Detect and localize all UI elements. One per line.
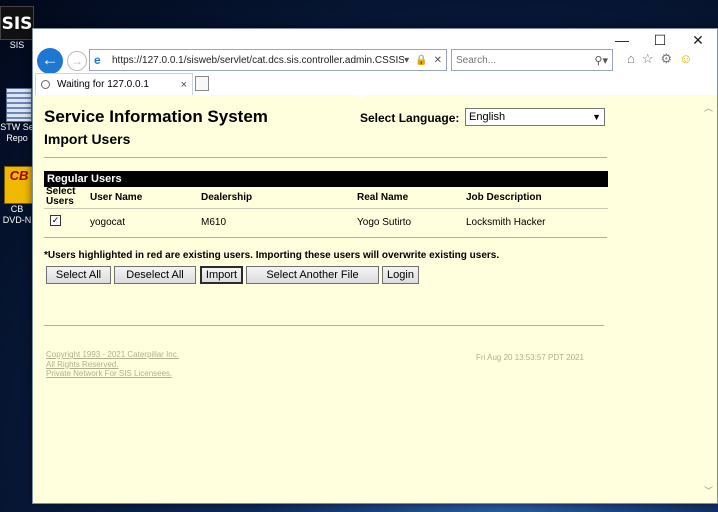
ie-icon: e: [94, 53, 101, 67]
forward-arrow-icon[interactable]: →: [67, 51, 87, 71]
divider: [44, 208, 608, 209]
maximize-button[interactable]: ☐: [641, 29, 679, 51]
private-network-link[interactable]: Private Network For SIS Licensees.: [46, 369, 179, 379]
select-user-checkbox[interactable]: ✓: [50, 215, 61, 226]
scroll-down-icon[interactable]: ﹀: [704, 484, 713, 497]
tab-strip: Waiting for 127.0.0.1 ×: [33, 73, 717, 95]
loading-icon: [41, 80, 50, 89]
search-icon[interactable]: ⚲▾: [594, 54, 608, 67]
tab-loading[interactable]: Waiting for 127.0.0.1 ×: [35, 73, 193, 95]
window-controls: — ☐ ✕: [603, 29, 717, 53]
desktop-icon-stw[interactable]: STW Se Repo: [0, 88, 34, 144]
copyright-link[interactable]: Copyright 1993 - 2021 Caterpillar Inc.: [46, 350, 179, 360]
column-header-job-description: Job Description: [466, 192, 542, 203]
gear-icon[interactable]: ⚙: [661, 51, 673, 67]
tab-label: Waiting for 127.0.0.1: [57, 79, 149, 90]
close-button[interactable]: ✕: [679, 29, 717, 51]
star-icon[interactable]: ☆: [642, 51, 654, 67]
deselect-all-button[interactable]: Deselect All: [114, 266, 196, 284]
select-another-file-button[interactable]: Select Another File: [246, 266, 379, 284]
cell-real-name: Yogo Sutirto: [357, 217, 412, 228]
smiley-icon[interactable]: ☺: [679, 51, 692, 67]
language-select[interactable]: English ▼: [465, 108, 605, 126]
desktop-icon-label: SIS: [9, 40, 25, 50]
chevron-down-icon: ▼: [592, 112, 601, 122]
lock-icon[interactable]: 🔒: [415, 55, 427, 66]
address-tools: ▾ 🔒 ✕: [404, 55, 442, 66]
cell-user-name: yogocat: [90, 217, 126, 228]
page-subtitle: Import Users: [44, 131, 131, 147]
footer-links: Copyright 1993 - 2021 Caterpillar Inc. A…: [46, 350, 179, 379]
language-value: English: [469, 111, 506, 123]
browser-window: — ☐ ✕ ← → e https://127.0.0.1/sisweb/ser…: [32, 28, 718, 504]
desktop-icon-cb[interactable]: CB CB DVD-N: [0, 166, 34, 226]
column-header-dealership: Dealership: [201, 192, 253, 203]
divider: [44, 237, 607, 238]
document-icon: [6, 88, 32, 122]
column-header-select: Select Users: [46, 186, 76, 207]
browser-chrome: — ☐ ✕ ← → e https://127.0.0.1/sisweb/ser…: [33, 29, 717, 97]
desktop-icon-sis[interactable]: SIS SIS: [0, 6, 34, 51]
login-button[interactable]: Login: [382, 266, 419, 284]
scroll-up-icon[interactable]: ︿: [704, 101, 713, 114]
tab-close-icon[interactable]: ×: [181, 79, 187, 91]
sis-logo-icon: SIS: [0, 6, 34, 40]
desktop-icon-label: CB DVD-N: [2, 204, 32, 225]
footer-timestamp: Fri Aug 20 13:53:57 PDT 2021: [476, 353, 584, 362]
rights-link[interactable]: All Rights Reserved.: [46, 360, 179, 370]
minimize-button[interactable]: —: [603, 29, 641, 51]
new-tab-icon[interactable]: [195, 76, 209, 91]
cell-job-description: Locksmith Hacker: [466, 217, 546, 228]
desktop-icon-label: STW Se Repo: [0, 122, 34, 143]
stop-icon[interactable]: ✕: [434, 55, 442, 66]
divider: [44, 157, 607, 158]
language-label: Select Language:: [360, 111, 460, 125]
search-input[interactable]: [456, 54, 595, 66]
column-header-real-name: Real Name: [357, 192, 409, 203]
overwrite-note: *Users highlighted in red are existing u…: [44, 250, 500, 261]
page-title: Service Information System: [44, 107, 268, 126]
back-arrow-icon[interactable]: ←: [37, 48, 63, 74]
vertical-scrollbar[interactable]: ︿ ﹀: [701, 95, 717, 503]
dropdown-icon[interactable]: ▾: [404, 55, 409, 66]
page-content: Service Information System Import Users …: [33, 95, 717, 503]
search-box[interactable]: ⚲▾: [451, 49, 613, 71]
divider: [44, 325, 604, 326]
select-all-button[interactable]: Select All: [46, 266, 111, 284]
column-header-user-name: User Name: [90, 192, 143, 203]
address-bar[interactable]: e https://127.0.0.1/sisweb/servlet/cat.d…: [89, 49, 447, 71]
cell-dealership: M610: [201, 217, 227, 228]
toolbar-icons: ⌂ ☆ ⚙ ☺: [627, 51, 692, 67]
home-icon[interactable]: ⌂: [627, 51, 635, 67]
import-button[interactable]: Import: [200, 266, 243, 284]
cb-logo-icon: CB: [4, 166, 34, 204]
url-text[interactable]: https://127.0.0.1/sisweb/servlet/cat.dcs…: [112, 55, 404, 66]
section-header: Regular Users: [44, 171, 608, 187]
